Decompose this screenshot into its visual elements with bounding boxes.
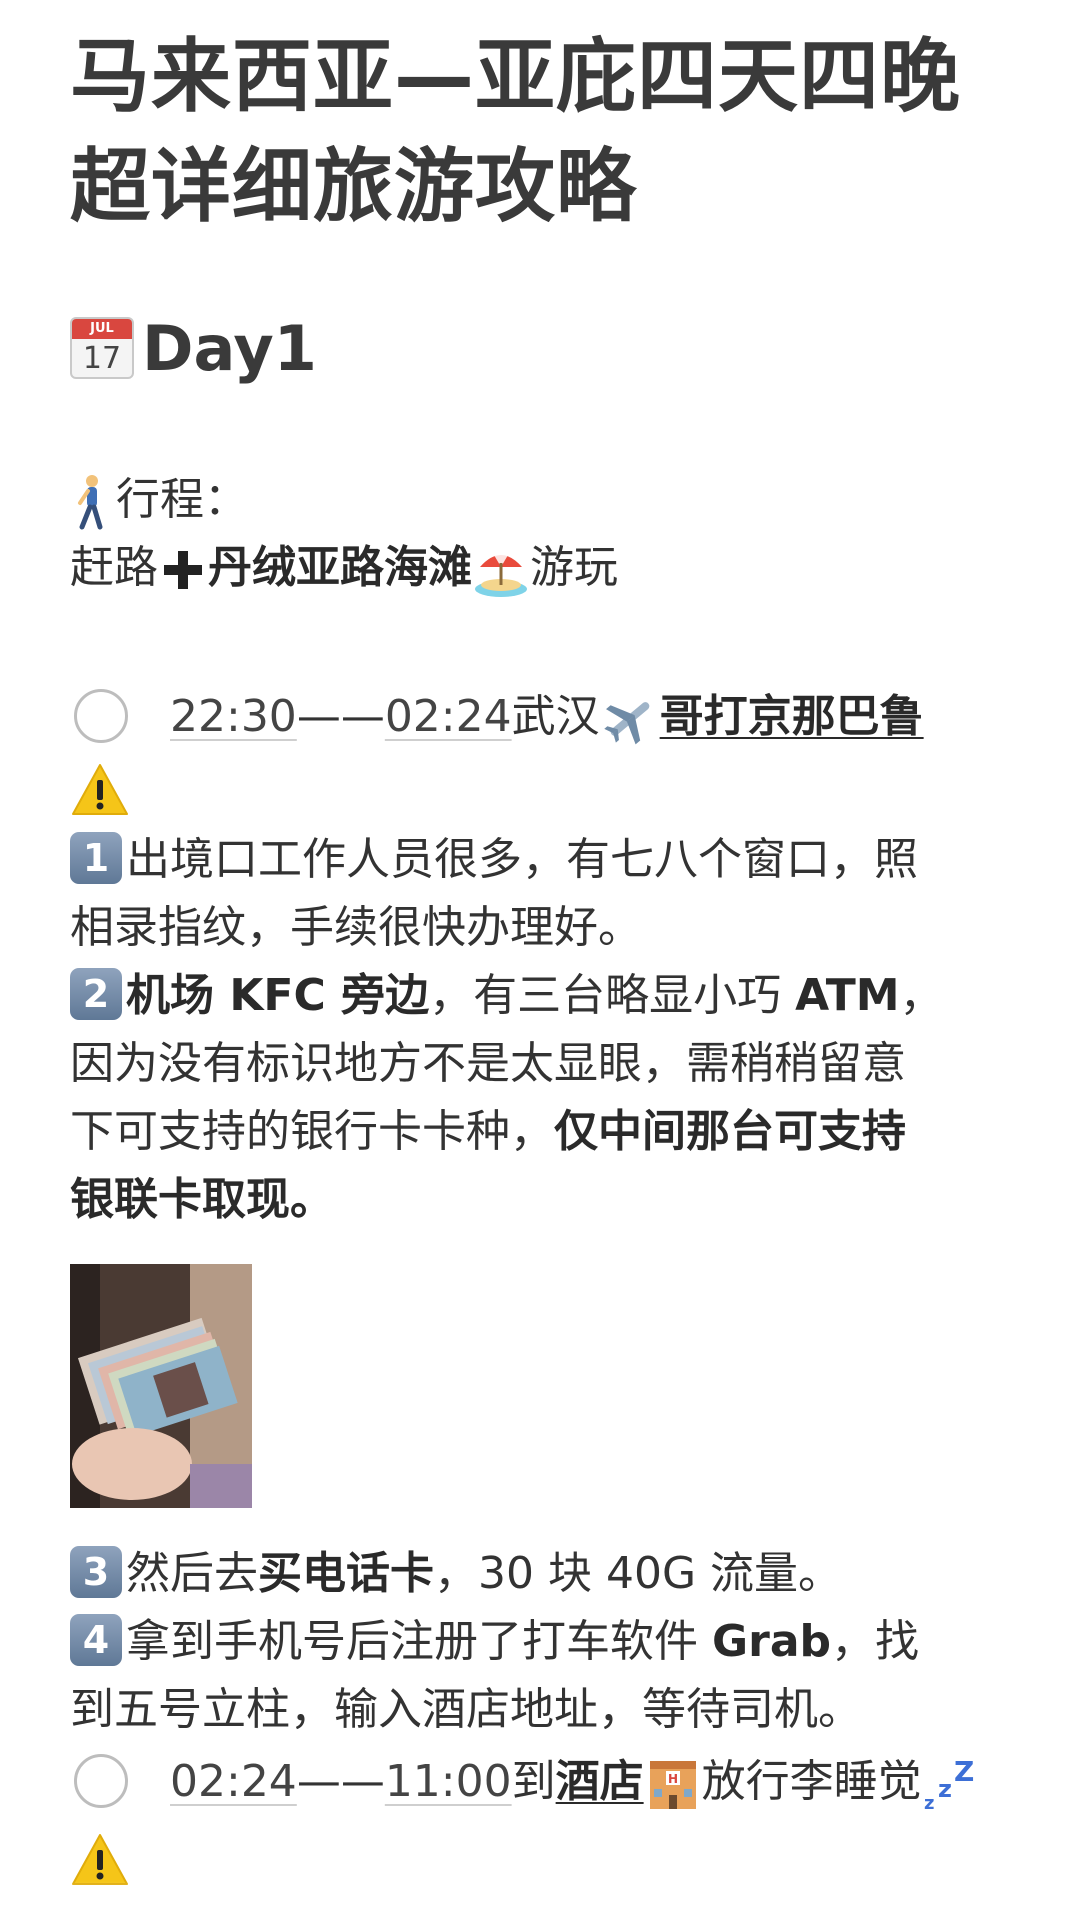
note-2-text: ，有三台略显小巧	[429, 970, 796, 1021]
svg-text:Z: Z	[954, 1755, 974, 1788]
note-4-grab: Grab	[712, 1616, 832, 1667]
time-dash: ——	[296, 691, 385, 742]
note-2-atm: ATM	[795, 970, 900, 1021]
itinerary-label: 行程：	[116, 474, 248, 525]
keycap-4-icon: 4	[70, 1614, 122, 1666]
note-1-text: 出境口工作人员很多，有七八个窗口，照	[126, 834, 918, 885]
day-heading: JUL 17 Day1	[70, 310, 317, 386]
bottom-fade	[0, 1881, 1080, 1921]
time-start: 02:24	[170, 1756, 297, 1807]
keycap-3-icon: 3	[70, 1546, 122, 1598]
itinerary-label-line: 行程：	[70, 466, 248, 534]
heavy-plus-icon	[164, 551, 202, 589]
note-4-text: 拿到手机号后注册了打车软件	[126, 1616, 712, 1667]
airplane-icon	[600, 690, 660, 748]
zzz-icon: z z Z	[922, 1755, 974, 1814]
page-title: 马来西亚—亚庇四天四晚 超详细旅游攻略	[70, 22, 1030, 242]
note-1-line-1: 1 出境口工作人员很多，有七八个窗口，照	[70, 826, 918, 894]
prefix-text: 到	[511, 1756, 556, 1807]
warning-icon	[70, 762, 130, 818]
note-1-text-cont: 相录指纹，手续很快办理好。	[70, 902, 642, 953]
note-2-text-2: 因为没有标识地方不是太显眼，需稍稍留意	[70, 1038, 906, 1089]
origin-city: 武汉	[511, 691, 600, 742]
route-part-2: 游玩	[530, 542, 618, 593]
cash-photo[interactable]	[70, 1264, 252, 1508]
warning-icon	[70, 1832, 130, 1888]
note-3-bold: 买电话卡	[258, 1548, 434, 1599]
keycap-1-icon: 1	[70, 832, 122, 884]
note-4-text-3: 到五号立柱，输入酒店地址，等待司机。	[70, 1684, 862, 1735]
note-2-bold-4: 银联卡取现。	[70, 1174, 334, 1225]
title-line-2: 超详细旅游攻略	[70, 140, 637, 233]
note-3-text-2: ，30 块 40G 流量。	[434, 1548, 843, 1599]
route-beach-name: 丹绒亚路海滩	[208, 542, 472, 593]
checklist-item-2: 02:24——11:00到酒店 H 放行李睡觉 z z Z	[170, 1748, 974, 1816]
time-start: 22:30	[170, 691, 297, 742]
title-line-1: 马来西亚—亚庇四天四晚	[70, 30, 961, 123]
person-walking-icon	[70, 473, 110, 531]
destination-link[interactable]: 哥打京那巴鲁	[660, 691, 924, 742]
day-label: Day1	[142, 311, 317, 385]
note-2-line-1: 2 机场 KFC 旁边，有三台略显小巧 ATM，	[70, 962, 944, 1030]
hotel-icon: H	[644, 1755, 702, 1813]
note-2-line-3: 下可支持的银行卡卡种，仅中间那台可支持	[70, 1098, 906, 1166]
route-part-1: 赶路	[70, 542, 158, 593]
suffix-text: 放行李睡觉	[701, 1756, 922, 1807]
checklist-item-1: 22:30——02:24武汉 哥打京那巴鲁	[170, 683, 924, 751]
time-end: 02:24	[384, 691, 512, 742]
note-4-text-2: ，找	[831, 1616, 920, 1667]
note-3-text: 然后去	[126, 1548, 258, 1599]
note-2-bold-3: 仅中间那台可支持	[554, 1106, 906, 1157]
note-4-line-1: 4 拿到手机号后注册了打车软件 Grab，找	[70, 1608, 919, 1676]
keycap-2-icon: 2	[70, 968, 122, 1020]
svg-text:z: z	[938, 1775, 952, 1803]
note-2-text-3: 下可支持的银行卡卡种，	[70, 1106, 554, 1157]
note-2-line-2: 因为没有标识地方不是太显眼，需稍稍留意	[70, 1030, 906, 1098]
calendar-month: JUL	[72, 319, 132, 339]
note-2-comma: ，	[899, 970, 944, 1021]
svg-text:H: H	[668, 1772, 678, 1786]
checkbox-item-1[interactable]	[74, 689, 128, 743]
article-page: 马来西亚—亚庇四天四晚 超详细旅游攻略 JUL 17 Day1 行程： 赶路 丹绒…	[0, 0, 1080, 1921]
checkbox-item-2[interactable]	[74, 1754, 128, 1808]
note-4-line-2: 到五号立柱，输入酒店地址，等待司机。	[70, 1676, 862, 1744]
time-dash: ——	[296, 1756, 385, 1807]
svg-text:z: z	[924, 1793, 934, 1813]
note-3-line-1: 3 然后去买电话卡，30 块 40G 流量。	[70, 1540, 842, 1608]
calendar-day: 17	[82, 341, 122, 376]
calendar-icon: JUL 17	[70, 317, 134, 379]
note-2-location: 机场 KFC 旁边	[126, 970, 430, 1021]
itinerary-route: 赶路 丹绒亚路海滩 游玩	[70, 534, 618, 602]
time-end: 11:00	[384, 1756, 512, 1807]
note-2-line-4: 银联卡取现。	[70, 1166, 334, 1234]
hotel-link[interactable]: 酒店	[556, 1756, 644, 1807]
beach-umbrella-icon	[472, 541, 530, 599]
note-1-line-2: 相录指纹，手续很快办理好。	[70, 894, 642, 962]
